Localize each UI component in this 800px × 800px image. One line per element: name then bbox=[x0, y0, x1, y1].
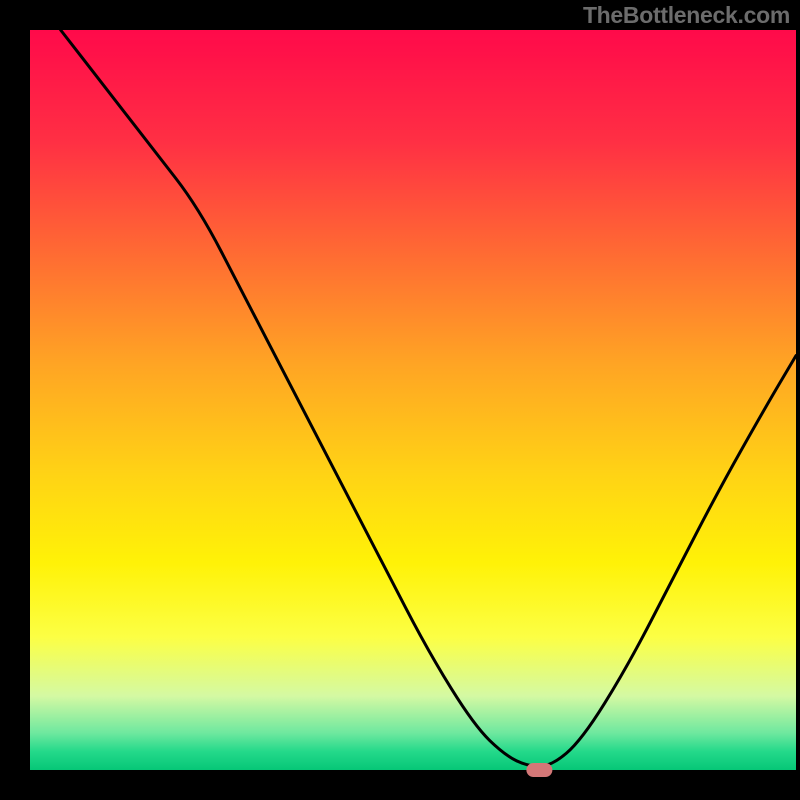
optimum-marker bbox=[526, 763, 552, 777]
bottleneck-chart: TheBottleneck.com bbox=[0, 0, 800, 800]
watermark-text: TheBottleneck.com bbox=[583, 2, 790, 29]
chart-svg bbox=[0, 0, 800, 800]
plot-area bbox=[30, 30, 796, 770]
